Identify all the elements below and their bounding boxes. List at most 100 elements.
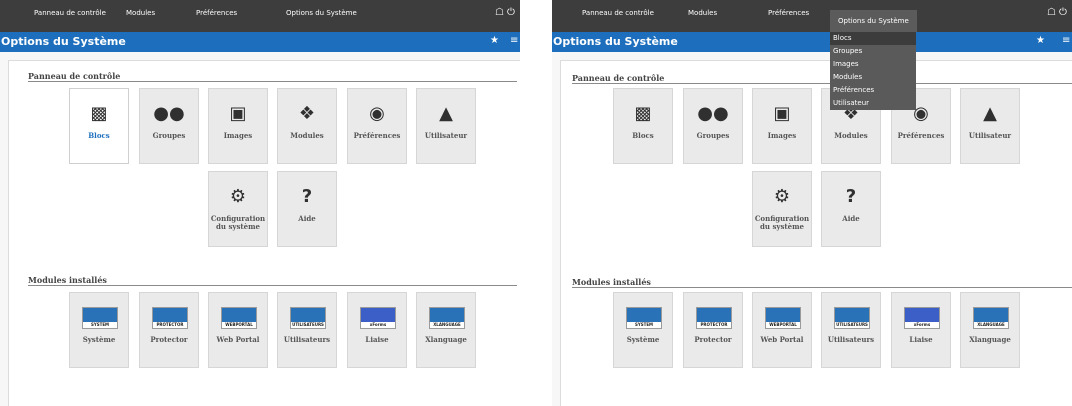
tile-label: Modules bbox=[834, 131, 868, 140]
top-navbar: Panneau de contrôle Modules Préférences … bbox=[0, 0, 520, 32]
screenshot-frame-1: Panneau de contrôle Modules Préférences … bbox=[0, 0, 520, 406]
images-icon: ▣ bbox=[773, 103, 791, 124]
module-protector[interactable]: PROTECTOR Protector bbox=[139, 292, 199, 368]
tile-label: Aide bbox=[298, 214, 316, 223]
tile-label: Préférences bbox=[897, 131, 945, 140]
dropdown-item-utilisateur[interactable]: Utilisateur bbox=[830, 97, 916, 110]
topnav-preferences[interactable]: Préférences bbox=[196, 9, 237, 17]
module-label: Système bbox=[626, 335, 660, 344]
tile-groupes[interactable]: ●● Groupes bbox=[683, 88, 743, 164]
module-xlanguage[interactable]: XLANGUAGE Xlanguage bbox=[416, 292, 476, 368]
system-logo-icon: SYSTEM bbox=[626, 307, 662, 329]
topnav-control-panel[interactable]: Panneau de contrôle bbox=[582, 9, 654, 17]
module-label: Liaise bbox=[909, 335, 933, 344]
topnav-preferences[interactable]: Préférences bbox=[768, 9, 809, 17]
module-utilisateurs[interactable]: UTILISATEURS Utilisateurs bbox=[277, 292, 337, 368]
tile-system-configuration[interactable]: ⚙ Configuration du système bbox=[208, 171, 268, 247]
tile-label: Utilisateur bbox=[968, 131, 1012, 140]
tile-label: Blocs bbox=[632, 131, 654, 140]
module-liaise[interactable]: xForms Liaise bbox=[347, 292, 407, 368]
power-icon[interactable]: ⏻ bbox=[1059, 7, 1067, 19]
star-icon[interactable]: ★ bbox=[490, 35, 499, 47]
section-title-installed-modules: Modules installés bbox=[572, 277, 651, 287]
title-bar: Options du Système ★ ≡ bbox=[0, 32, 520, 52]
module-webportal[interactable]: WEBPORTAL Web Portal bbox=[752, 292, 812, 368]
topnav-system-options[interactable]: Options du Système bbox=[286, 9, 357, 17]
main-panel: Panneau de contrôle ▩ Blocs ●● Groupes ▣… bbox=[8, 60, 520, 406]
dropdown-item-preferences[interactable]: Préférences bbox=[830, 84, 916, 97]
section-title-control-panel: Panneau de contrôle bbox=[28, 71, 121, 81]
tile-images[interactable]: ▣ Images bbox=[208, 88, 268, 164]
tile-aide[interactable]: ? Aide bbox=[821, 171, 881, 247]
tile-label: Configuration du système bbox=[754, 214, 810, 231]
xlanguage-logo-icon: XLANGUAGE bbox=[973, 307, 1009, 329]
module-webportal[interactable]: WEBPORTAL Web Portal bbox=[208, 292, 268, 368]
module-utilisateurs[interactable]: UTILISATEURS Utilisateurs bbox=[821, 292, 881, 368]
tile-preferences[interactable]: ◉ Préférences bbox=[347, 88, 407, 164]
dropdown-item-groupes[interactable]: Groupes bbox=[830, 45, 916, 58]
users-logo-icon: UTILISATEURS bbox=[834, 307, 870, 329]
tile-label: Préférences bbox=[353, 131, 401, 140]
module-system[interactable]: SYSTEM Système bbox=[69, 292, 129, 368]
topnav-modules[interactable]: Modules bbox=[688, 9, 717, 17]
user-icon: ▲ bbox=[439, 103, 453, 124]
topnav-system-options[interactable]: Options du Système bbox=[830, 10, 917, 32]
help-icon: ? bbox=[845, 186, 857, 207]
tile-blocs[interactable]: ▩ Blocs bbox=[69, 88, 129, 164]
dropdown-item-blocs[interactable]: Blocs bbox=[830, 32, 916, 45]
module-label: Web Portal bbox=[216, 335, 260, 344]
tile-groupes[interactable]: ●● Groupes bbox=[139, 88, 199, 164]
database-icon[interactable]: ≡ bbox=[510, 35, 518, 47]
section-divider bbox=[572, 83, 1072, 84]
tile-label: Images bbox=[223, 131, 253, 140]
tile-label: Images bbox=[767, 131, 797, 140]
title-bar: Options du Système ★ ≡ bbox=[552, 32, 1072, 52]
module-label: Xlanguage bbox=[425, 335, 467, 344]
page-title: Options du Système bbox=[553, 35, 678, 48]
module-system[interactable]: SYSTEM Système bbox=[613, 292, 673, 368]
module-protector[interactable]: PROTECTOR Protector bbox=[683, 292, 743, 368]
section-divider bbox=[28, 285, 517, 286]
preferences-icon: ◉ bbox=[369, 103, 385, 124]
section-divider bbox=[28, 81, 517, 82]
module-label: Protector bbox=[694, 335, 732, 344]
tile-aide[interactable]: ? Aide bbox=[277, 171, 337, 247]
home-icon[interactable]: ☖ bbox=[1047, 7, 1056, 19]
section-title-installed-modules: Modules installés bbox=[28, 275, 107, 285]
module-liaise[interactable]: xForms Liaise bbox=[891, 292, 951, 368]
topnav-control-panel[interactable]: Panneau de contrôle bbox=[34, 9, 106, 17]
module-label: Liaise bbox=[365, 335, 389, 344]
tile-label: Blocs bbox=[88, 131, 110, 140]
users-logo-icon: UTILISATEURS bbox=[290, 307, 326, 329]
power-icon[interactable]: ⏻ bbox=[507, 7, 515, 19]
tile-modules[interactable]: ❖ Modules bbox=[277, 88, 337, 164]
tile-label: Groupes bbox=[152, 131, 186, 140]
top-navbar: Panneau de contrôle Modules Préférences … bbox=[552, 0, 1072, 32]
webportal-logo-icon: WEBPORTAL bbox=[221, 307, 257, 329]
dropdown-item-modules[interactable]: Modules bbox=[830, 71, 916, 84]
module-label: Web Portal bbox=[760, 335, 804, 344]
tile-label: Configuration du système bbox=[210, 214, 266, 231]
gear-icon: ⚙ bbox=[229, 186, 247, 207]
tile-utilisateur[interactable]: ▲ Utilisateur bbox=[416, 88, 476, 164]
tile-label: Groupes bbox=[696, 131, 730, 140]
tile-utilisateur[interactable]: ▲ Utilisateur bbox=[960, 88, 1020, 164]
module-label: Xlanguage bbox=[969, 335, 1011, 344]
protector-logo-icon: PROTECTOR bbox=[696, 307, 732, 329]
tile-images[interactable]: ▣ Images bbox=[752, 88, 812, 164]
home-icon[interactable]: ☖ bbox=[495, 7, 504, 19]
topnav-modules[interactable]: Modules bbox=[126, 9, 155, 17]
tile-system-configuration[interactable]: ⚙ Configuration du système bbox=[752, 171, 812, 247]
xlanguage-logo-icon: XLANGUAGE bbox=[429, 307, 465, 329]
blocks-icon: ▩ bbox=[90, 103, 108, 124]
gear-icon: ⚙ bbox=[773, 186, 791, 207]
database-icon[interactable]: ≡ bbox=[1062, 35, 1070, 47]
tile-label: Modules bbox=[290, 131, 324, 140]
section-title-control-panel: Panneau de contrôle bbox=[572, 73, 665, 83]
star-icon[interactable]: ★ bbox=[1036, 35, 1045, 47]
dropdown-item-images[interactable]: Images bbox=[830, 58, 916, 71]
tile-blocs[interactable]: ▩ Blocs bbox=[613, 88, 673, 164]
screenshot-frame-2: Panneau de contrôle Modules Préférences … bbox=[552, 0, 1072, 406]
module-xlanguage[interactable]: XLANGUAGE Xlanguage bbox=[960, 292, 1020, 368]
main-panel: Panneau de contrôle ▩ Blocs ●● Groupes ▣… bbox=[560, 60, 1072, 406]
